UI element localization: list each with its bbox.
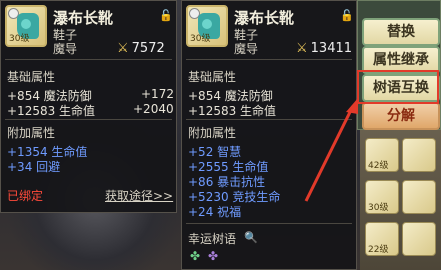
base-attr-diff: +2040 — [133, 102, 174, 116]
item-job: 魔导 — [53, 42, 78, 56]
combat-power: ⚔ 13411 — [296, 41, 352, 56]
divider — [5, 119, 172, 120]
pointer-arrow — [304, 98, 358, 202]
item-level: 30级 — [9, 34, 30, 44]
base-attr-title: 基础属性 — [7, 70, 56, 84]
divider — [186, 59, 352, 60]
equipped-item-card: 30级 瀑布长靴 🔓 鞋子 魔导 ⚔ 7572 基础属性 +854 魔法防御 +1… — [0, 0, 177, 213]
decompose-button[interactable]: 分解 — [362, 102, 440, 130]
inventory-slot[interactable] — [402, 222, 436, 256]
crossed-swords-icon: ⚔ — [117, 41, 129, 56]
bound-status: 已绑定 — [7, 189, 44, 203]
extra-attr-title: 附加属性 — [7, 126, 56, 140]
divider — [5, 59, 172, 60]
combat-power-value: 7572 — [131, 41, 165, 56]
clover-icon: ✤ — [190, 249, 201, 263]
inventory-slot[interactable] — [402, 138, 436, 172]
base-attr-title: 基础属性 — [188, 70, 237, 84]
search-icon[interactable]: 🔍 — [244, 231, 258, 244]
extra-attr-line: +34 回避 — [7, 160, 61, 174]
base-attr-diff: +172 — [141, 87, 174, 101]
slot-level: 42级 — [368, 161, 389, 171]
item-job: 魔导 — [234, 42, 259, 56]
extra-attr-title: 附加属性 — [188, 126, 237, 140]
replace-button[interactable]: 替换 — [362, 18, 440, 46]
extra-attr-line: +24 祝福 — [188, 205, 242, 219]
highlight-box — [357, 70, 439, 104]
base-attr-line: +12583 生命值 — [188, 104, 277, 118]
lucky-title: 幸运树语 — [188, 232, 237, 246]
slot-level: 30级 — [368, 203, 389, 213]
combat-power: ⚔ 7572 — [117, 41, 165, 56]
inventory-slot[interactable]: 22级 — [365, 222, 399, 256]
base-attr-line: +12583 生命值 — [7, 104, 96, 118]
source-link[interactable]: 获取途径>> — [105, 187, 173, 204]
clover-icon: ✤ — [208, 249, 219, 263]
combat-power-value: 13411 — [310, 41, 353, 56]
boot-item-icon: 30级 — [186, 5, 228, 47]
item-level: 30级 — [190, 34, 211, 44]
boot-item-icon: 30级 — [5, 5, 47, 47]
inventory-slot[interactable]: 42级 — [365, 138, 399, 172]
divider — [186, 223, 352, 224]
crossed-swords-icon: ⚔ — [296, 41, 308, 56]
inventory-slot[interactable]: 30级 — [365, 180, 399, 214]
item-name: 瀑布长靴 — [234, 9, 295, 27]
item-name: 瀑布长靴 — [53, 9, 114, 27]
slot-level: 22级 — [368, 245, 389, 255]
inventory-slot[interactable] — [402, 180, 436, 214]
lock-icon[interactable]: 🔓 — [159, 9, 173, 22]
lock-icon[interactable]: 🔓 — [340, 9, 354, 22]
